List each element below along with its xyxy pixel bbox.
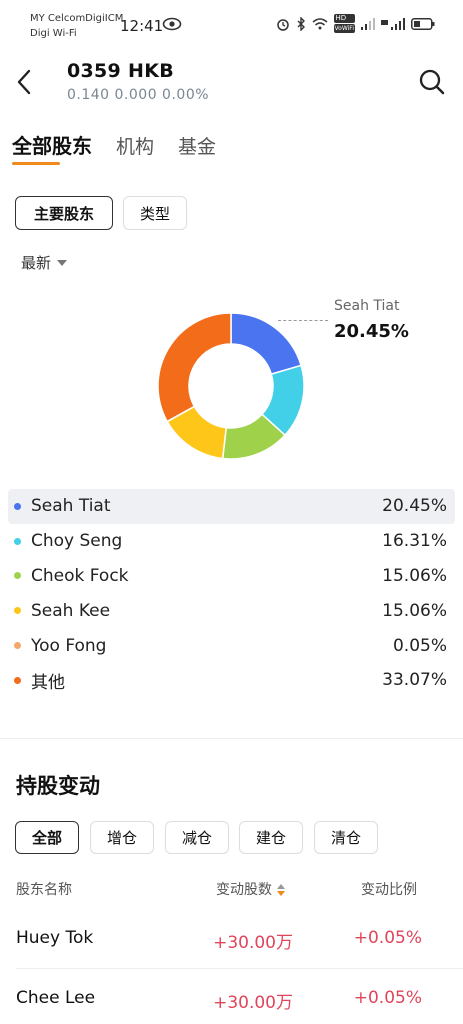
legend-row[interactable]: Yoo Fong 0.05% [8,628,455,663]
latest-dropdown-label: 最新 [21,254,52,272]
legend-name: 其他 [31,672,65,693]
row-holder-name: Huey Tok [16,928,94,948]
tab-funds[interactable]: 基金 [178,132,216,159]
row-divider [16,968,463,969]
sort-icon [277,884,285,896]
shareholder-tabs: 全部股东 机构 基金 [12,130,216,165]
donut-slice[interactable] [230,312,302,376]
tab-all-shareholders[interactable]: 全部股东 [12,130,92,165]
latest-dropdown[interactable]: 最新 [21,252,68,273]
vowifi-badge: VoWiFi [333,24,355,33]
clock: 12:41 [120,17,164,35]
shareholder-donut-chart [157,312,305,460]
column-header-name: 股东名称 [16,882,72,898]
major-shareholders-chip[interactable]: 主要股东 [15,196,113,230]
callout-line [278,320,328,321]
eye-icon [162,17,182,31]
search-icon[interactable] [418,68,446,96]
legend-dot [14,607,21,615]
tab-institutions[interactable]: 机构 [116,132,154,159]
legend-percent: 15.06% [382,600,447,621]
shareholder-legend: Seah Tiat 20.45% Choy Seng 16.31% Cheok … [8,489,455,698]
donut-slice[interactable] [157,312,232,423]
legend-dot [14,642,21,650]
table-row[interactable]: Chee Lee +30.00万 +0.05% [0,982,463,1024]
status-bar: MY CelcomDigiICM Digi Wi-Fi 12:41 HD VoW… [0,0,463,44]
type-chip[interactable]: 类型 [123,196,187,230]
legend-name: Seah Kee [31,600,111,621]
wifi-icon [312,18,328,30]
callout-percent: 20.45% [334,321,409,342]
row-share-change: +30.00万 [213,993,293,1013]
row-holder-name: Chee Lee [16,988,96,1008]
legend-dot [14,502,21,510]
legend-row[interactable]: Seah Kee 15.06% [8,593,455,628]
legend-row[interactable]: Choy Seng 16.31% [8,524,455,559]
hd-volte-indicator: HD VoWiFi [333,14,355,33]
filter-all[interactable]: 全部 [15,821,79,854]
legend-percent: 0.05% [392,635,447,656]
legend-dot [14,537,21,545]
caret-down-icon [57,259,68,266]
legend-percent: 15.06% [382,565,447,586]
filter-exit-position[interactable]: 清仓 [314,821,378,854]
column-header-ratio: 变动比例 [361,882,417,898]
legend-row[interactable]: Cheok Fock 15.06% [8,559,455,594]
table-row[interactable]: Huey Tok +30.00万 +0.05% [0,922,463,982]
legend-name: Cheok Fock [31,565,129,586]
stock-code: 0359 HKB [67,60,175,82]
status-icons: HD VoWiFi [276,14,435,33]
row-ratio-change: +0.05% [353,928,422,948]
filter-decrease[interactable]: 减仓 [165,821,229,854]
battery-icon [411,17,435,30]
legend-name: Yoo Fong [31,635,107,656]
carrier-label: MY CelcomDigiICM [30,13,124,24]
bluetooth-icon [297,16,305,31]
signal-icon [361,17,375,30]
alarm-icon [276,18,289,31]
legend-dot [14,572,21,580]
legend-percent: 20.45% [382,496,447,517]
callout-name: Seah Tiat [334,298,400,314]
legend-dot [14,676,21,684]
legend-row[interactable]: 其他 33.07% [8,663,455,698]
signal-5g-icon [381,17,405,30]
filter-increase[interactable]: 增仓 [90,821,154,854]
holdings-change-title: 持股变动 [16,774,100,798]
wifi-carrier-label: Digi Wi-Fi [30,28,77,39]
legend-percent: 16.31% [382,531,447,552]
section-divider [0,738,463,739]
legend-name: Choy Seng [31,531,123,552]
column-header-shares[interactable]: 变动股数 [216,879,285,899]
column-header-shares-label: 变动股数 [216,882,272,898]
legend-row[interactable]: Seah Tiat 20.45% [8,489,455,524]
row-ratio-change: +0.05% [353,988,422,1008]
legend-name: Seah Tiat [31,496,111,517]
row-share-change: +30.00万 [213,933,293,953]
filter-new-position[interactable]: 建仓 [239,821,303,854]
legend-percent: 33.07% [382,670,447,691]
hd-badge: HD [333,14,355,23]
stock-quote: 0.140 0.000 0.00% [67,87,210,103]
back-icon[interactable] [14,68,36,96]
